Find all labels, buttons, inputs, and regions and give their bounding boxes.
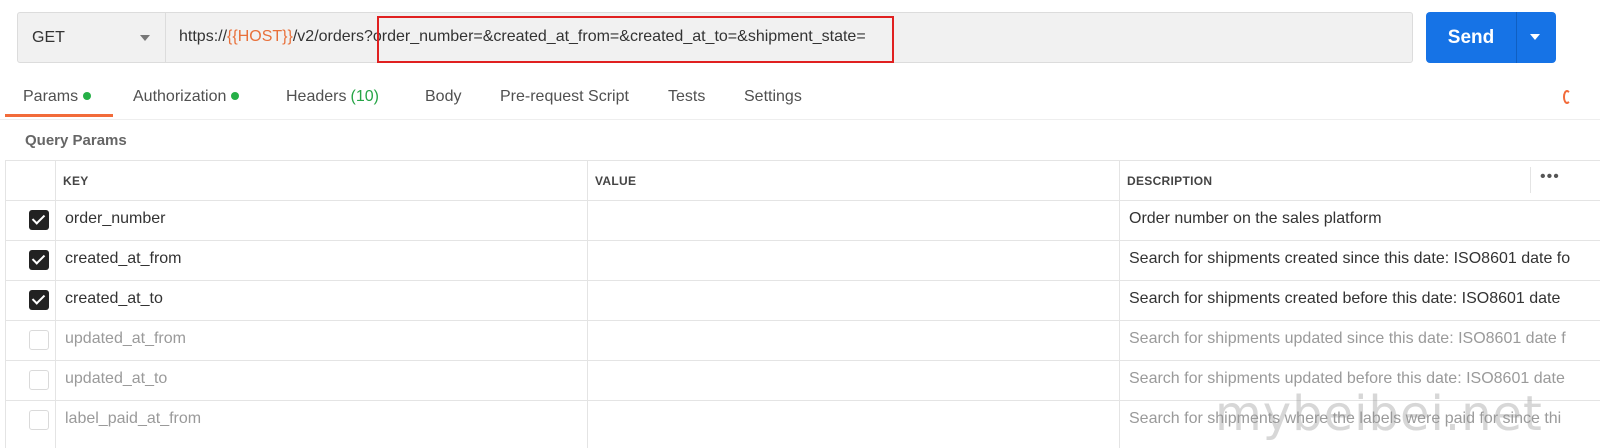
param-description[interactable]: Search for shipments where the labels we… [1129,410,1600,428]
header-divider [1530,167,1531,193]
table-row: updated_at_to Search for shipments updat… [5,360,1600,400]
param-value[interactable] [588,200,1119,240]
table-row: updated_at_from Search for shipments upd… [5,320,1600,360]
tab-body-label: Body [425,88,462,105]
method-label: GET [32,29,65,46]
column-header-key: KEY [63,174,89,188]
url-prefix: https:// [179,28,228,45]
query-params-title: Query Params [25,132,127,149]
column-header-description: DESCRIPTION [1127,174,1213,188]
method-select[interactable]: GET [18,13,166,62]
send-button[interactable]: Send [1426,27,1516,49]
tab-headers-label: Headers [286,88,347,105]
row-checkbox[interactable] [29,210,49,230]
request-tabs: Params Authorization Headers (10) Body Pr… [0,80,1600,120]
send-button-group: Send [1426,12,1556,63]
param-description[interactable]: Search for shipments created before this… [1129,290,1600,308]
url-path: /v2/orders? [292,28,373,45]
tab-pre-request-script-label: Pre-request Script [500,88,629,105]
tab-tests-label: Tests [668,88,706,105]
param-key[interactable]: updated_at_to [65,370,167,388]
row-checkbox[interactable] [29,330,49,350]
param-key[interactable]: created_at_from [65,250,182,268]
send-options-chevron-icon[interactable] [1530,34,1540,40]
url-query-highlight-box [377,16,894,63]
headers-count: (10) [350,88,379,105]
param-value[interactable] [588,280,1119,320]
row-checkbox[interactable] [29,370,49,390]
send-divider [1516,12,1517,63]
table-row: order_number Order number on the sales p… [5,200,1600,240]
tabs-divider [0,119,1600,120]
tab-authorization[interactable]: Authorization [133,88,240,106]
params-table: KEY VALUE DESCRIPTION ••• order_number O… [5,160,1600,448]
tab-params-label: Params [23,88,79,105]
row-checkbox[interactable] [29,250,49,270]
active-tab-indicator [5,114,113,117]
table-row: created_at_to Search for shipments creat… [5,280,1600,320]
table-border [5,160,1600,161]
param-description[interactable]: Order number on the sales platform [1129,210,1600,228]
param-description[interactable]: Search for shipments updated before this… [1129,370,1600,388]
param-key[interactable]: label_paid_at_from [65,410,201,428]
tab-authorization-label: Authorization [133,88,227,105]
param-key[interactable]: order_number [65,210,166,228]
row-checkbox[interactable] [29,410,49,430]
param-value[interactable] [588,400,1119,440]
param-value[interactable] [588,360,1119,400]
param-description[interactable]: Search for shipments updated since this … [1129,330,1600,348]
param-key[interactable]: updated_at_from [65,330,186,348]
tab-tests[interactable]: Tests [668,88,705,106]
param-value[interactable] [588,320,1119,360]
param-description[interactable]: Search for shipments created since this … [1129,250,1600,268]
row-checkbox[interactable] [29,290,49,310]
chevron-down-icon [140,35,150,41]
url-variable: {{HOST}} [227,28,293,45]
param-key[interactable]: created_at_to [65,290,163,308]
tab-settings-label: Settings [744,88,802,105]
table-row: created_at_from Search for shipments cre… [5,240,1600,280]
tab-settings[interactable]: Settings [744,88,802,106]
status-dot-icon [83,91,92,100]
param-value[interactable] [588,240,1119,280]
tab-body[interactable]: Body [425,88,461,106]
more-options-icon[interactable]: ••• [1540,168,1560,186]
column-header-value: VALUE [595,174,637,188]
tab-pre-request-script[interactable]: Pre-request Script [500,88,629,106]
status-dot-icon [231,91,240,100]
cookies-edge-icon[interactable] [1563,90,1571,104]
tab-params[interactable]: Params [23,88,92,106]
table-row: label_paid_at_from Search for shipments … [5,400,1600,440]
tab-headers[interactable]: Headers (10) [286,88,379,106]
